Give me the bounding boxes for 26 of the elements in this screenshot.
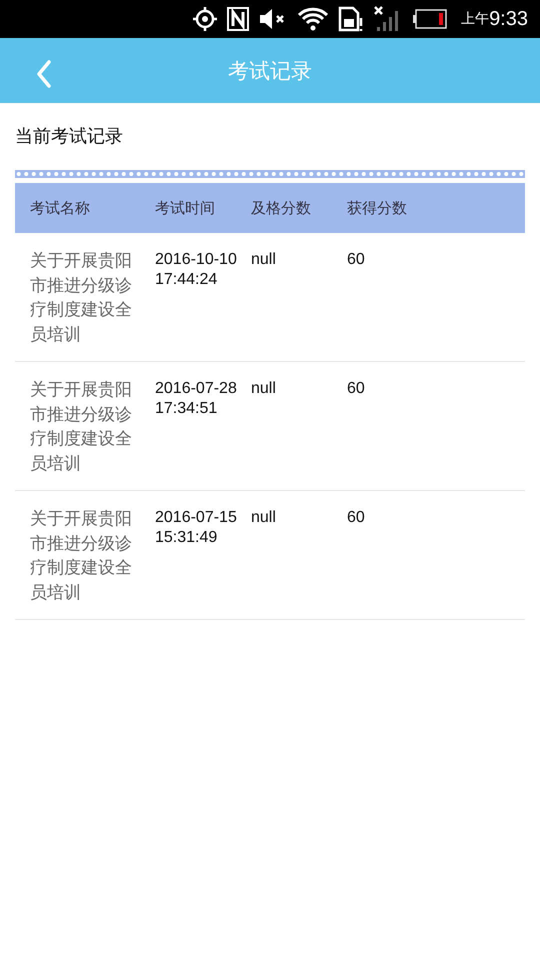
am-pm-label: 上午 — [461, 10, 490, 28]
column-header: 获得分数 — [347, 198, 408, 218]
location-icon — [192, 6, 218, 32]
score-cell-text: 60 — [347, 508, 366, 528]
pass-score-cell-text: null — [251, 250, 277, 270]
battery-icon — [412, 9, 448, 29]
exam-name-cell-text: 关于开展贵阳市推进分级诊疗制度建设全员培训 — [29, 508, 133, 604]
wifi-icon — [297, 7, 330, 31]
pass-score-cell-text: null — [251, 508, 277, 528]
sim-card-icon — [338, 6, 364, 32]
exam-time-cell-text: 2016-10-10 17:44:24 — [155, 250, 238, 290]
nfc-icon — [227, 7, 250, 31]
exam-time-cell-text: 2016-07-15 15:31:49 — [155, 508, 238, 548]
column-header: 考试时间 — [155, 198, 216, 218]
section-title: 当前考试记录 — [15, 125, 124, 149]
column-header: 考试名称 — [29, 198, 91, 218]
score-cell-text: 60 — [347, 250, 366, 270]
exam-name-cell-text: 关于开展贵阳市推进分级诊疗制度建设全员培训 — [29, 379, 133, 476]
exam-time-cell-text: 2016-07-28 17:34:51 — [155, 379, 238, 419]
column-header: 及格分数 — [251, 198, 312, 218]
exam-name-cell-text: 关于开展贵阳市推进分级诊疗制度建设全员培训 — [29, 250, 133, 346]
pass-score-cell-text: null — [251, 379, 277, 399]
back-icon — [36, 60, 52, 88]
clock-time: 9:33 — [489, 8, 528, 30]
page-title: 考试记录 — [228, 58, 312, 84]
score-cell-text: 60 — [347, 379, 366, 399]
